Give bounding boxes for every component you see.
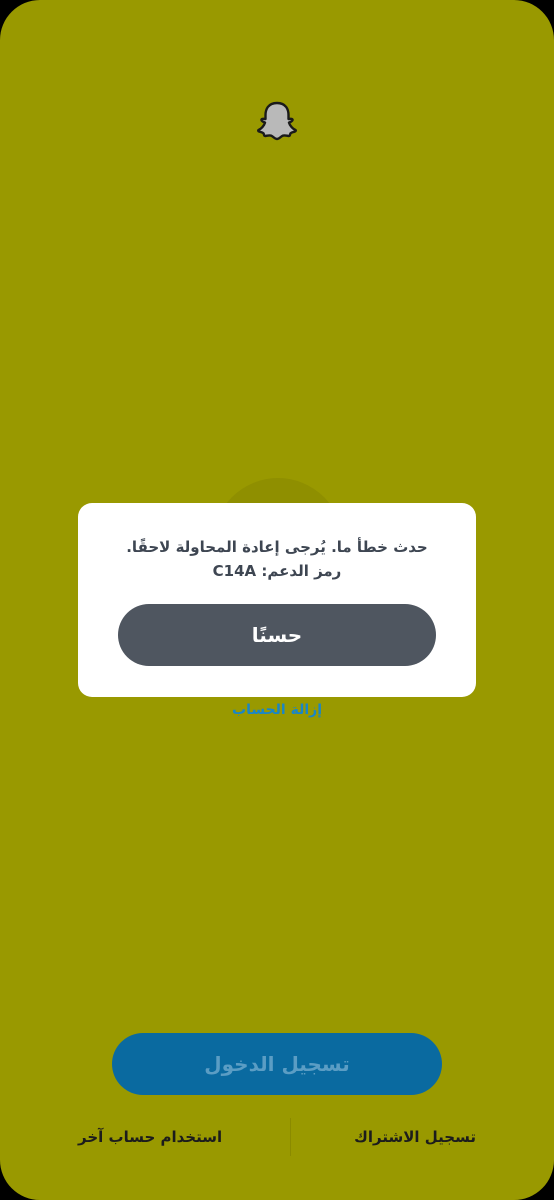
login-button[interactable]: تسجيل الدخول: [112, 1033, 442, 1095]
signup-link[interactable]: تسجيل الاشتراك: [354, 1118, 476, 1156]
error-message: حدث خطأ ما. يُرجى إعادة المحاولة لاحقًا.…: [98, 535, 456, 583]
divider: [290, 1118, 291, 1156]
use-other-account-link[interactable]: استخدام حساب آخر: [78, 1118, 222, 1156]
app-screen: إزالة الحساب حدث خطأ ما. يُرجى إعادة الم…: [0, 0, 554, 1200]
support-code-text: رمز الدعم: C14A: [212, 562, 342, 580]
ok-button[interactable]: حسنًا: [118, 604, 436, 666]
error-message-text: حدث خطأ ما. يُرجى إعادة المحاولة لاحقًا.: [126, 538, 428, 556]
bottom-links-bar: تسجيل الاشتراك استخدام حساب آخر: [0, 1118, 554, 1156]
snapchat-ghost-icon: [257, 100, 297, 142]
remove-account-link[interactable]: إزالة الحساب: [0, 702, 554, 718]
error-dialog: حدث خطأ ما. يُرجى إعادة المحاولة لاحقًا.…: [78, 503, 476, 697]
